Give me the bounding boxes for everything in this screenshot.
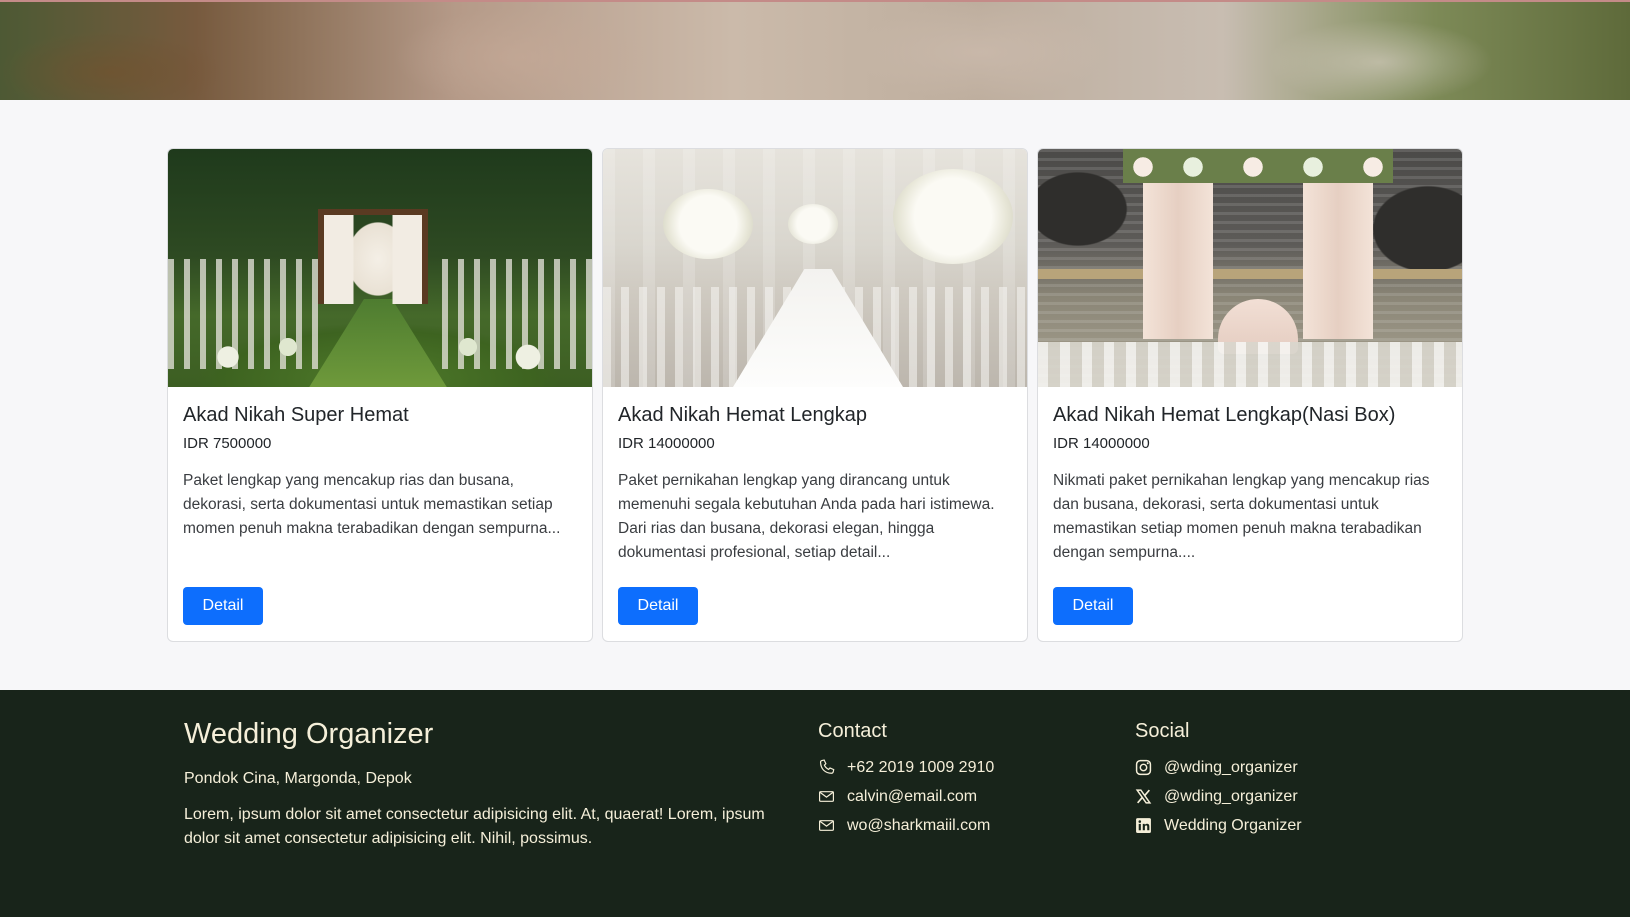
footer-address: Pondok Cina, Margonda, Depok xyxy=(184,770,412,787)
phone-icon xyxy=(818,759,835,776)
package-image-garden xyxy=(168,149,592,387)
package-price: IDR 14000000 xyxy=(1053,435,1150,452)
package-title: Akad Nikah Hemat Lengkap(Nasi Box) xyxy=(1053,404,1396,426)
footer-brand: Wedding Organizer Pondok Cina, Margonda,… xyxy=(184,718,794,851)
social-instagram[interactable]: @wding_organizer xyxy=(1135,753,1302,782)
social-instagram-text: @wding_organizer xyxy=(1164,759,1298,776)
envelope-icon xyxy=(818,817,835,834)
detail-button[interactable]: Detail xyxy=(183,587,263,625)
package-image-hall xyxy=(603,149,1027,387)
detail-button[interactable]: Detail xyxy=(1053,587,1133,625)
social-x-text: @wding_organizer xyxy=(1164,788,1298,805)
footer-contact: Contact +62 2019 1009 2910 calvin@email.… xyxy=(818,720,994,840)
social-linkedin[interactable]: Wedding Organizer xyxy=(1135,811,1302,840)
package-price: IDR 14000000 xyxy=(618,435,715,452)
package-description: Paket lengkap yang mencakup rias dan bus… xyxy=(183,472,561,537)
package-title: Akad Nikah Hemat Lengkap xyxy=(618,404,868,426)
package-description: Paket pernikahan lengkap yang dirancang … xyxy=(618,472,995,561)
contact-phone-text: +62 2019 1009 2910 xyxy=(847,759,995,776)
footer-brand-title: Wedding Organizer xyxy=(184,718,434,750)
contact-title: Contact xyxy=(818,720,887,742)
detail-button[interactable]: Detail xyxy=(618,587,698,625)
contact-email-1[interactable]: calvin@email.com xyxy=(818,782,994,811)
contact-email-2-text: wo@sharkmaiil.com xyxy=(847,817,991,834)
social-x[interactable]: @wding_organizer xyxy=(1135,782,1302,811)
contact-email-1-text: calvin@email.com xyxy=(847,788,978,805)
package-card: Akad Nikah Hemat Lengkap(Nasi Box) IDR 1… xyxy=(1037,148,1463,642)
footer-social: Social @wding_organizer @wding_organizer… xyxy=(1135,720,1302,840)
package-card: Akad Nikah Hemat Lengkap IDR 14000000 Pa… xyxy=(602,148,1028,642)
envelope-icon xyxy=(818,788,835,805)
x-twitter-icon xyxy=(1135,788,1152,805)
package-cards: Akad Nikah Super Hemat IDR 7500000 Paket… xyxy=(167,148,1463,642)
footer-description: Lorem, ipsum dolor sit amet consectetur … xyxy=(184,806,765,847)
contact-phone[interactable]: +62 2019 1009 2910 xyxy=(818,753,994,782)
package-price: IDR 7500000 xyxy=(183,435,272,452)
package-title: Akad Nikah Super Hemat xyxy=(183,404,409,426)
package-image-waterfall xyxy=(1038,149,1462,387)
hero-banner-image xyxy=(0,0,1630,100)
social-title: Social xyxy=(1135,720,1190,742)
contact-email-2[interactable]: wo@sharkmaiil.com xyxy=(818,811,994,840)
package-description: Nikmati paket pernikahan lengkap yang me… xyxy=(1053,472,1430,561)
social-linkedin-text: Wedding Organizer xyxy=(1164,817,1302,834)
site-footer: Wedding Organizer Pondok Cina, Margonda,… xyxy=(0,690,1630,917)
linkedin-icon xyxy=(1135,817,1152,834)
instagram-icon xyxy=(1135,759,1152,776)
package-card: Akad Nikah Super Hemat IDR 7500000 Paket… xyxy=(167,148,593,642)
